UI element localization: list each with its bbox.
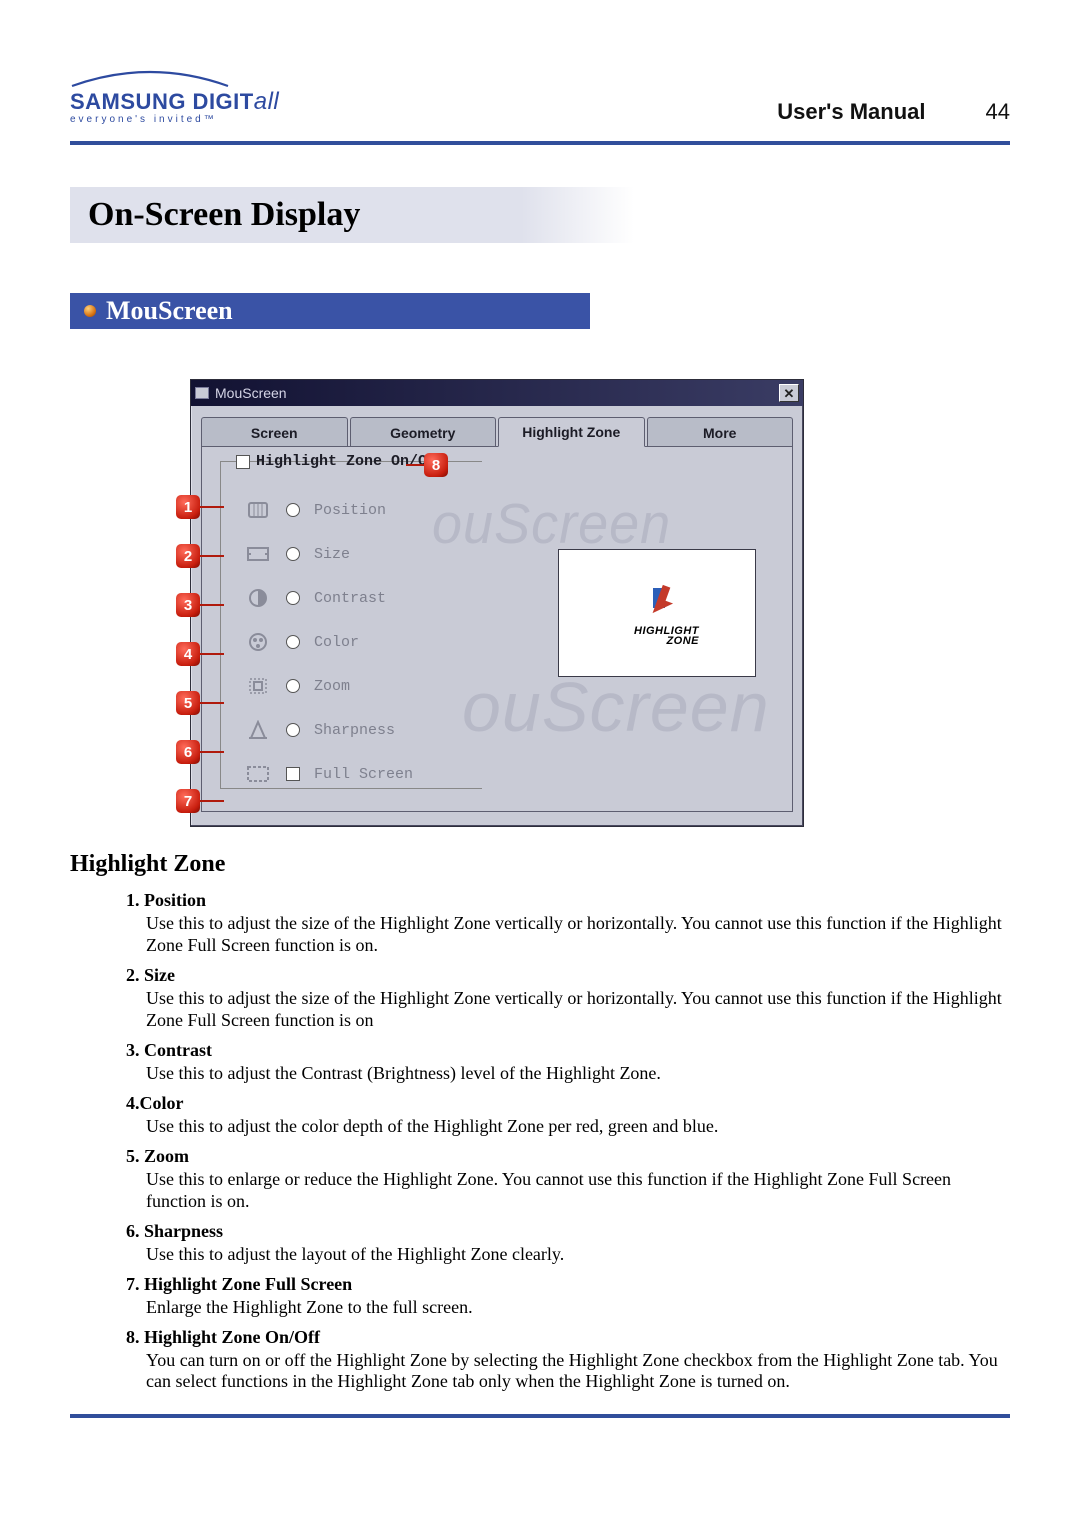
checkbox-icon[interactable] (236, 455, 250, 469)
option-zoom[interactable]: Zoom (244, 675, 776, 697)
radio-icon[interactable] (286, 635, 300, 649)
logo-text-1: SAMSUNG DIGIT (70, 89, 254, 114)
titlebar: MouScreen ✕ (191, 380, 803, 406)
desc-item-3: 3. ContrastUse this to adjust the Contra… (126, 1040, 1010, 1085)
close-icon[interactable]: ✕ (779, 384, 799, 402)
option-label: Sharpness (314, 722, 395, 739)
description-heading: Highlight Zone (70, 851, 1010, 878)
toggle-label: Highlight Zone On/Off (256, 453, 445, 470)
color-icon (244, 631, 272, 653)
tab-screen[interactable]: Screen (201, 417, 348, 447)
option-label: Zoom (314, 678, 350, 695)
manual-label: User's Manual (777, 99, 925, 125)
desc-item-body: You can turn on or off the Highlight Zon… (146, 1350, 1010, 1394)
option-label: Position (314, 502, 386, 519)
desc-item-4: 4.ColorUse this to adjust the color dept… (126, 1093, 1010, 1138)
position-icon (244, 499, 272, 521)
desc-item-body: Use this to enlarge or reduce the Highli… (146, 1169, 1010, 1213)
desc-item-title: 4.Color (126, 1093, 1010, 1114)
preview-label-2: ZONE (666, 635, 699, 647)
size-icon (244, 543, 272, 565)
option-label: Contrast (314, 590, 386, 607)
description: Highlight Zone 1. PositionUse this to ad… (70, 851, 1010, 1393)
desc-item-title: 7. Highlight Zone Full Screen (126, 1274, 1010, 1295)
highlight-zone-logo (635, 580, 679, 624)
desc-item-title: 5. Zoom (126, 1146, 1010, 1167)
desc-item-7: 7. Highlight Zone Full ScreenEnlarge the… (126, 1274, 1010, 1319)
desc-item-body: Use this to adjust the Contrast (Brightn… (146, 1063, 1010, 1085)
option-position[interactable]: Position (244, 499, 776, 521)
system-icon (195, 387, 209, 399)
page-header: SAMSUNG DIGITall everyone's invited™ Use… (70, 70, 1010, 135)
checkbox-icon[interactable] (286, 767, 300, 781)
window-title: MouScreen (215, 385, 773, 401)
option-label: Color (314, 634, 359, 651)
desc-item-body: Use this to adjust the layout of the Hig… (146, 1244, 1010, 1266)
desc-item-title: 3. Contrast (126, 1040, 1010, 1061)
desc-item-title: 2. Size (126, 965, 1010, 986)
page-title-banner: On-Screen Display (70, 187, 1010, 243)
fullscreen-icon (244, 763, 272, 785)
zoom-icon (244, 675, 272, 697)
desc-item-1: 1. PositionUse this to adjust the size o… (126, 890, 1010, 957)
desc-item-body: Use this to adjust the size of the Highl… (146, 913, 1010, 957)
highlight-zone-toggle[interactable]: Highlight Zone On/Off (236, 453, 445, 470)
tab-strip: Screen Geometry Highlight Zone More (191, 406, 803, 446)
desc-item-title: 8. Highlight Zone On/Off (126, 1327, 1010, 1348)
desc-item-title: 1. Position (126, 890, 1010, 911)
radio-icon[interactable] (286, 503, 300, 517)
section-banner: MouScreen (70, 293, 590, 329)
desc-item-5: 5. ZoomUse this to enlarge or reduce the… (126, 1146, 1010, 1213)
desc-item-body: Enlarge the Highlight Zone to the full s… (146, 1297, 1010, 1319)
radio-icon[interactable] (286, 591, 300, 605)
footer-rule (70, 1414, 1010, 1418)
radio-icon[interactable] (286, 723, 300, 737)
sharpness-icon (244, 719, 272, 741)
radio-icon[interactable] (286, 679, 300, 693)
desc-item-6: 6. SharpnessUse this to adjust the layou… (126, 1221, 1010, 1266)
desc-item-body: Use this to adjust the size of the Highl… (146, 988, 1010, 1032)
contrast-icon (244, 587, 272, 609)
page-number: 44 (986, 99, 1010, 125)
option-full-screen[interactable]: Full Screen (244, 763, 776, 785)
option-label: Full Screen (314, 766, 413, 783)
page-title: On-Screen Display (88, 196, 360, 234)
header-rule (70, 141, 1010, 145)
mouscreen-window: MouScreen ✕ Screen Geometry Highlight Zo… (190, 379, 804, 827)
radio-icon[interactable] (286, 547, 300, 561)
bullet-icon (84, 305, 96, 317)
logo-text-2: all (254, 88, 280, 115)
desc-item-8: 8. Highlight Zone On/OffYou can turn on … (126, 1327, 1010, 1394)
preview-box: HIGHLIGHTZONE (558, 549, 756, 677)
tab-panel: ouScreen ouScreen Highlight Zone On/Off … (201, 446, 793, 812)
desc-item-2: 2. SizeUse this to adjust the size of th… (126, 965, 1010, 1032)
tab-geometry[interactable]: Geometry (350, 417, 497, 447)
desc-item-body: Use this to adjust the color depth of th… (146, 1116, 1010, 1138)
desc-item-title: 6. Sharpness (126, 1221, 1010, 1242)
option-label: Size (314, 546, 350, 563)
tab-highlight-zone[interactable]: Highlight Zone (498, 417, 645, 447)
section-title: MouScreen (106, 296, 233, 326)
samsung-logo: SAMSUNG DIGITall everyone's invited™ (70, 70, 279, 125)
tab-more[interactable]: More (647, 417, 794, 447)
option-sharpness[interactable]: Sharpness (244, 719, 776, 741)
